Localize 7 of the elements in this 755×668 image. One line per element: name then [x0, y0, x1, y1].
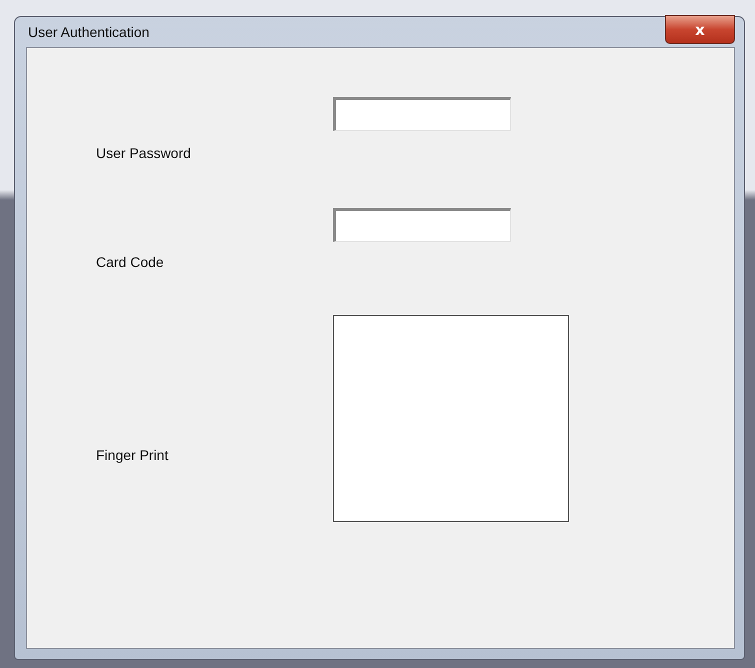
close-button[interactable]: x — [665, 15, 735, 44]
field-label: Finger Print — [95, 447, 170, 463]
input-field[interactable] — [333, 97, 511, 131]
window-title: User Authentication — [27, 24, 150, 40]
input-field[interactable] — [333, 208, 511, 242]
field-label: User Password — [95, 144, 192, 160]
field-label: Card Code — [95, 254, 165, 270]
